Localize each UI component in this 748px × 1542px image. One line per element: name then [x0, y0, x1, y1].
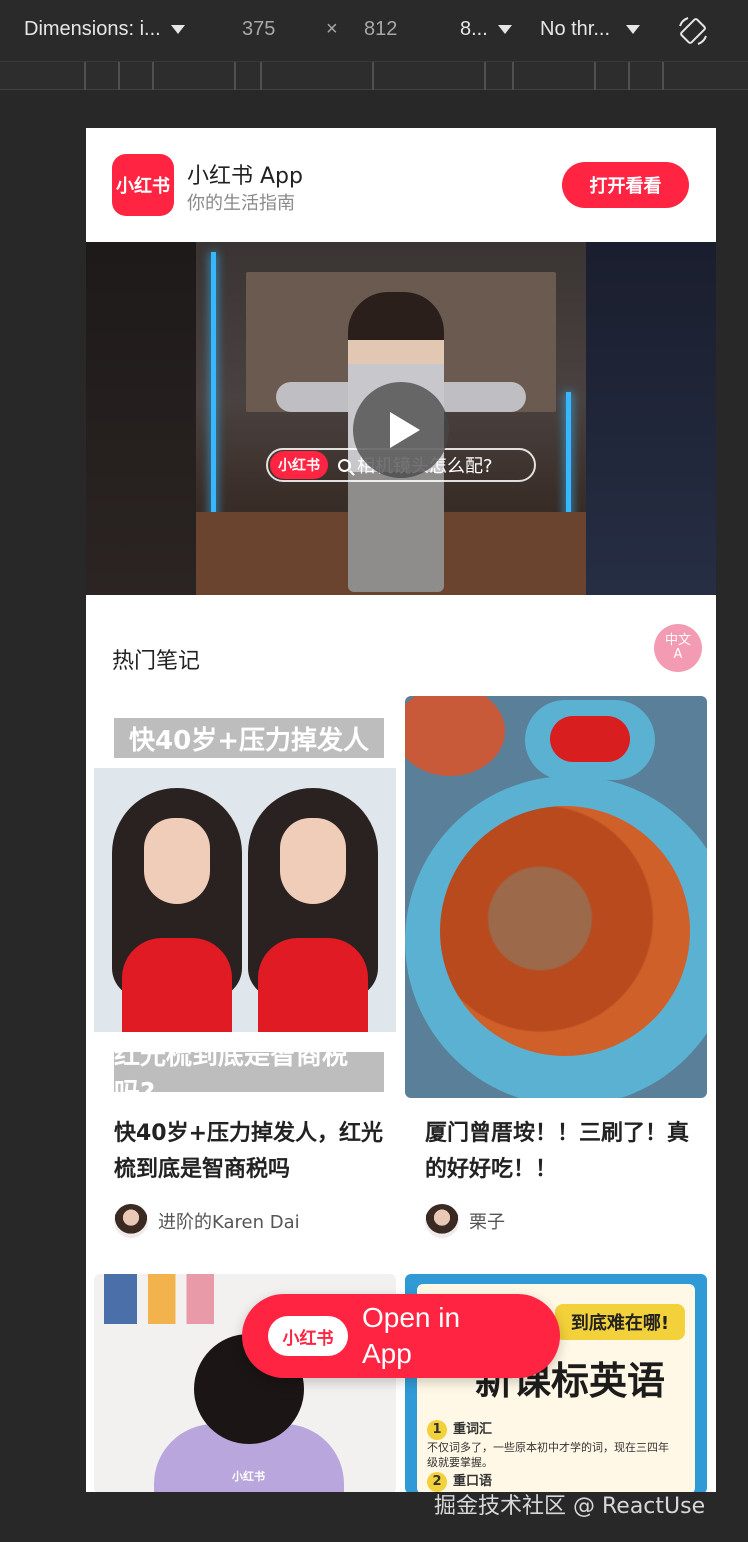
- watermark: 掘金技术社区 @ ReactUse: [434, 1494, 706, 1519]
- app-download-header: 小红书 小红书 App 你的生活指南 打开看看: [86, 128, 716, 242]
- mobile-viewport: 小红书 小红书 App 你的生活指南 打开看看 小红书 相机镜头怎么配? 热门笔…: [86, 128, 716, 1492]
- translate-bottom-text: A: [673, 647, 683, 662]
- app-logo: 小红书: [112, 154, 174, 216]
- cover-watermark: 小红书: [232, 1470, 265, 1483]
- note-title: 厦门曾厝垵！！三刷了！真的好好吃！！: [425, 1121, 690, 1182]
- cover-person: [112, 788, 242, 1032]
- zoom-dropdown[interactable]: 8...: [460, 18, 512, 41]
- cover-row: 1 重词汇: [427, 1418, 492, 1440]
- cover-person: [248, 788, 378, 1032]
- translate-icon[interactable]: 中文 A: [654, 624, 702, 672]
- search-icon: [338, 458, 351, 472]
- note-author[interactable]: 进阶的Karen Dai: [114, 1204, 300, 1238]
- device-ruler: [0, 62, 748, 90]
- note-cover-image: [405, 696, 707, 1098]
- times-symbol: ×: [326, 18, 338, 41]
- note-title: 快40岁+压力掉发人，红光梳到底是智商税吗: [114, 1121, 384, 1182]
- zoom-label: 8...: [460, 18, 488, 40]
- cover-row-text: 不仅词多了，一些原本初中才学的词，现在三四年级就要掌握。: [427, 1441, 669, 1469]
- author-name: 进阶的Karen Dai: [158, 1212, 300, 1233]
- height-value: 812: [364, 18, 398, 40]
- cover-illustration: [104, 1274, 214, 1324]
- cover-banner-bottom: 红光梳到底是智商税吗?: [114, 1041, 384, 1098]
- chevron-down-icon: [170, 25, 185, 34]
- cover-tag: 到底难在哪!: [555, 1304, 685, 1340]
- cover-sauce: [550, 716, 630, 762]
- row-title: 重词汇: [453, 1422, 493, 1437]
- cover-photo: [94, 768, 396, 1032]
- note-card[interactable]: 快40岁+压力掉发人 红光梳到底是智商税吗? 快40岁+压力掉发人，红光梳到底是…: [94, 696, 396, 1256]
- app-logo: 小红书: [268, 1316, 348, 1356]
- open-in-app-button[interactable]: 小红书 Open in App: [242, 1294, 560, 1378]
- app-tagline: 你的生活指南: [187, 193, 295, 214]
- throttle-label: No thr...: [540, 18, 611, 40]
- open-app-button[interactable]: 打开看看: [562, 162, 689, 208]
- cover-shrimp: [405, 696, 505, 776]
- width-input[interactable]: 375: [242, 18, 275, 41]
- dimensions-dropdown[interactable]: Dimensions: i...: [24, 18, 185, 41]
- avatar: [114, 1204, 148, 1238]
- cover-food: [440, 806, 690, 1056]
- throttle-dropdown[interactable]: No thr...: [540, 18, 641, 41]
- video-logo: 小红书: [270, 451, 328, 479]
- play-button[interactable]: [353, 382, 449, 478]
- chevron-down-icon: [626, 25, 641, 34]
- times-text: ×: [326, 18, 338, 40]
- chevron-down-icon: [497, 25, 512, 34]
- note-card[interactable]: 厦门曾厝垵！！三刷了！真的好好吃！！ 栗子: [405, 696, 707, 1256]
- dimensions-label: Dimensions: i...: [24, 18, 161, 40]
- avatar: [425, 1204, 459, 1238]
- height-input[interactable]: 812: [364, 18, 397, 41]
- app-name: 小红书 App: [187, 164, 303, 189]
- cover-banner-top: 快40岁+压力掉发人: [114, 718, 384, 758]
- devtools-toolbar: Dimensions: i... 375 × 812 8... No thr..…: [0, 0, 748, 62]
- author-name: 栗子: [469, 1212, 505, 1233]
- row-number: 1: [427, 1420, 447, 1440]
- rotate-icon[interactable]: [676, 14, 710, 48]
- video-shelf-left: [86, 242, 196, 595]
- play-icon: [390, 412, 420, 448]
- translate-top-text: 中文: [664, 633, 691, 648]
- video-player[interactable]: 小红书 相机镜头怎么配?: [86, 242, 716, 595]
- open-in-app-label: Open in App: [362, 1302, 461, 1369]
- note-author[interactable]: 栗子: [425, 1204, 505, 1238]
- row-title: 重口语: [453, 1474, 493, 1489]
- width-value: 375: [242, 18, 276, 40]
- video-shelf-right: [586, 242, 716, 595]
- note-cover-image: 快40岁+压力掉发人 红光梳到底是智商税吗?: [94, 696, 396, 1098]
- section-title: 热门笔记: [112, 649, 201, 674]
